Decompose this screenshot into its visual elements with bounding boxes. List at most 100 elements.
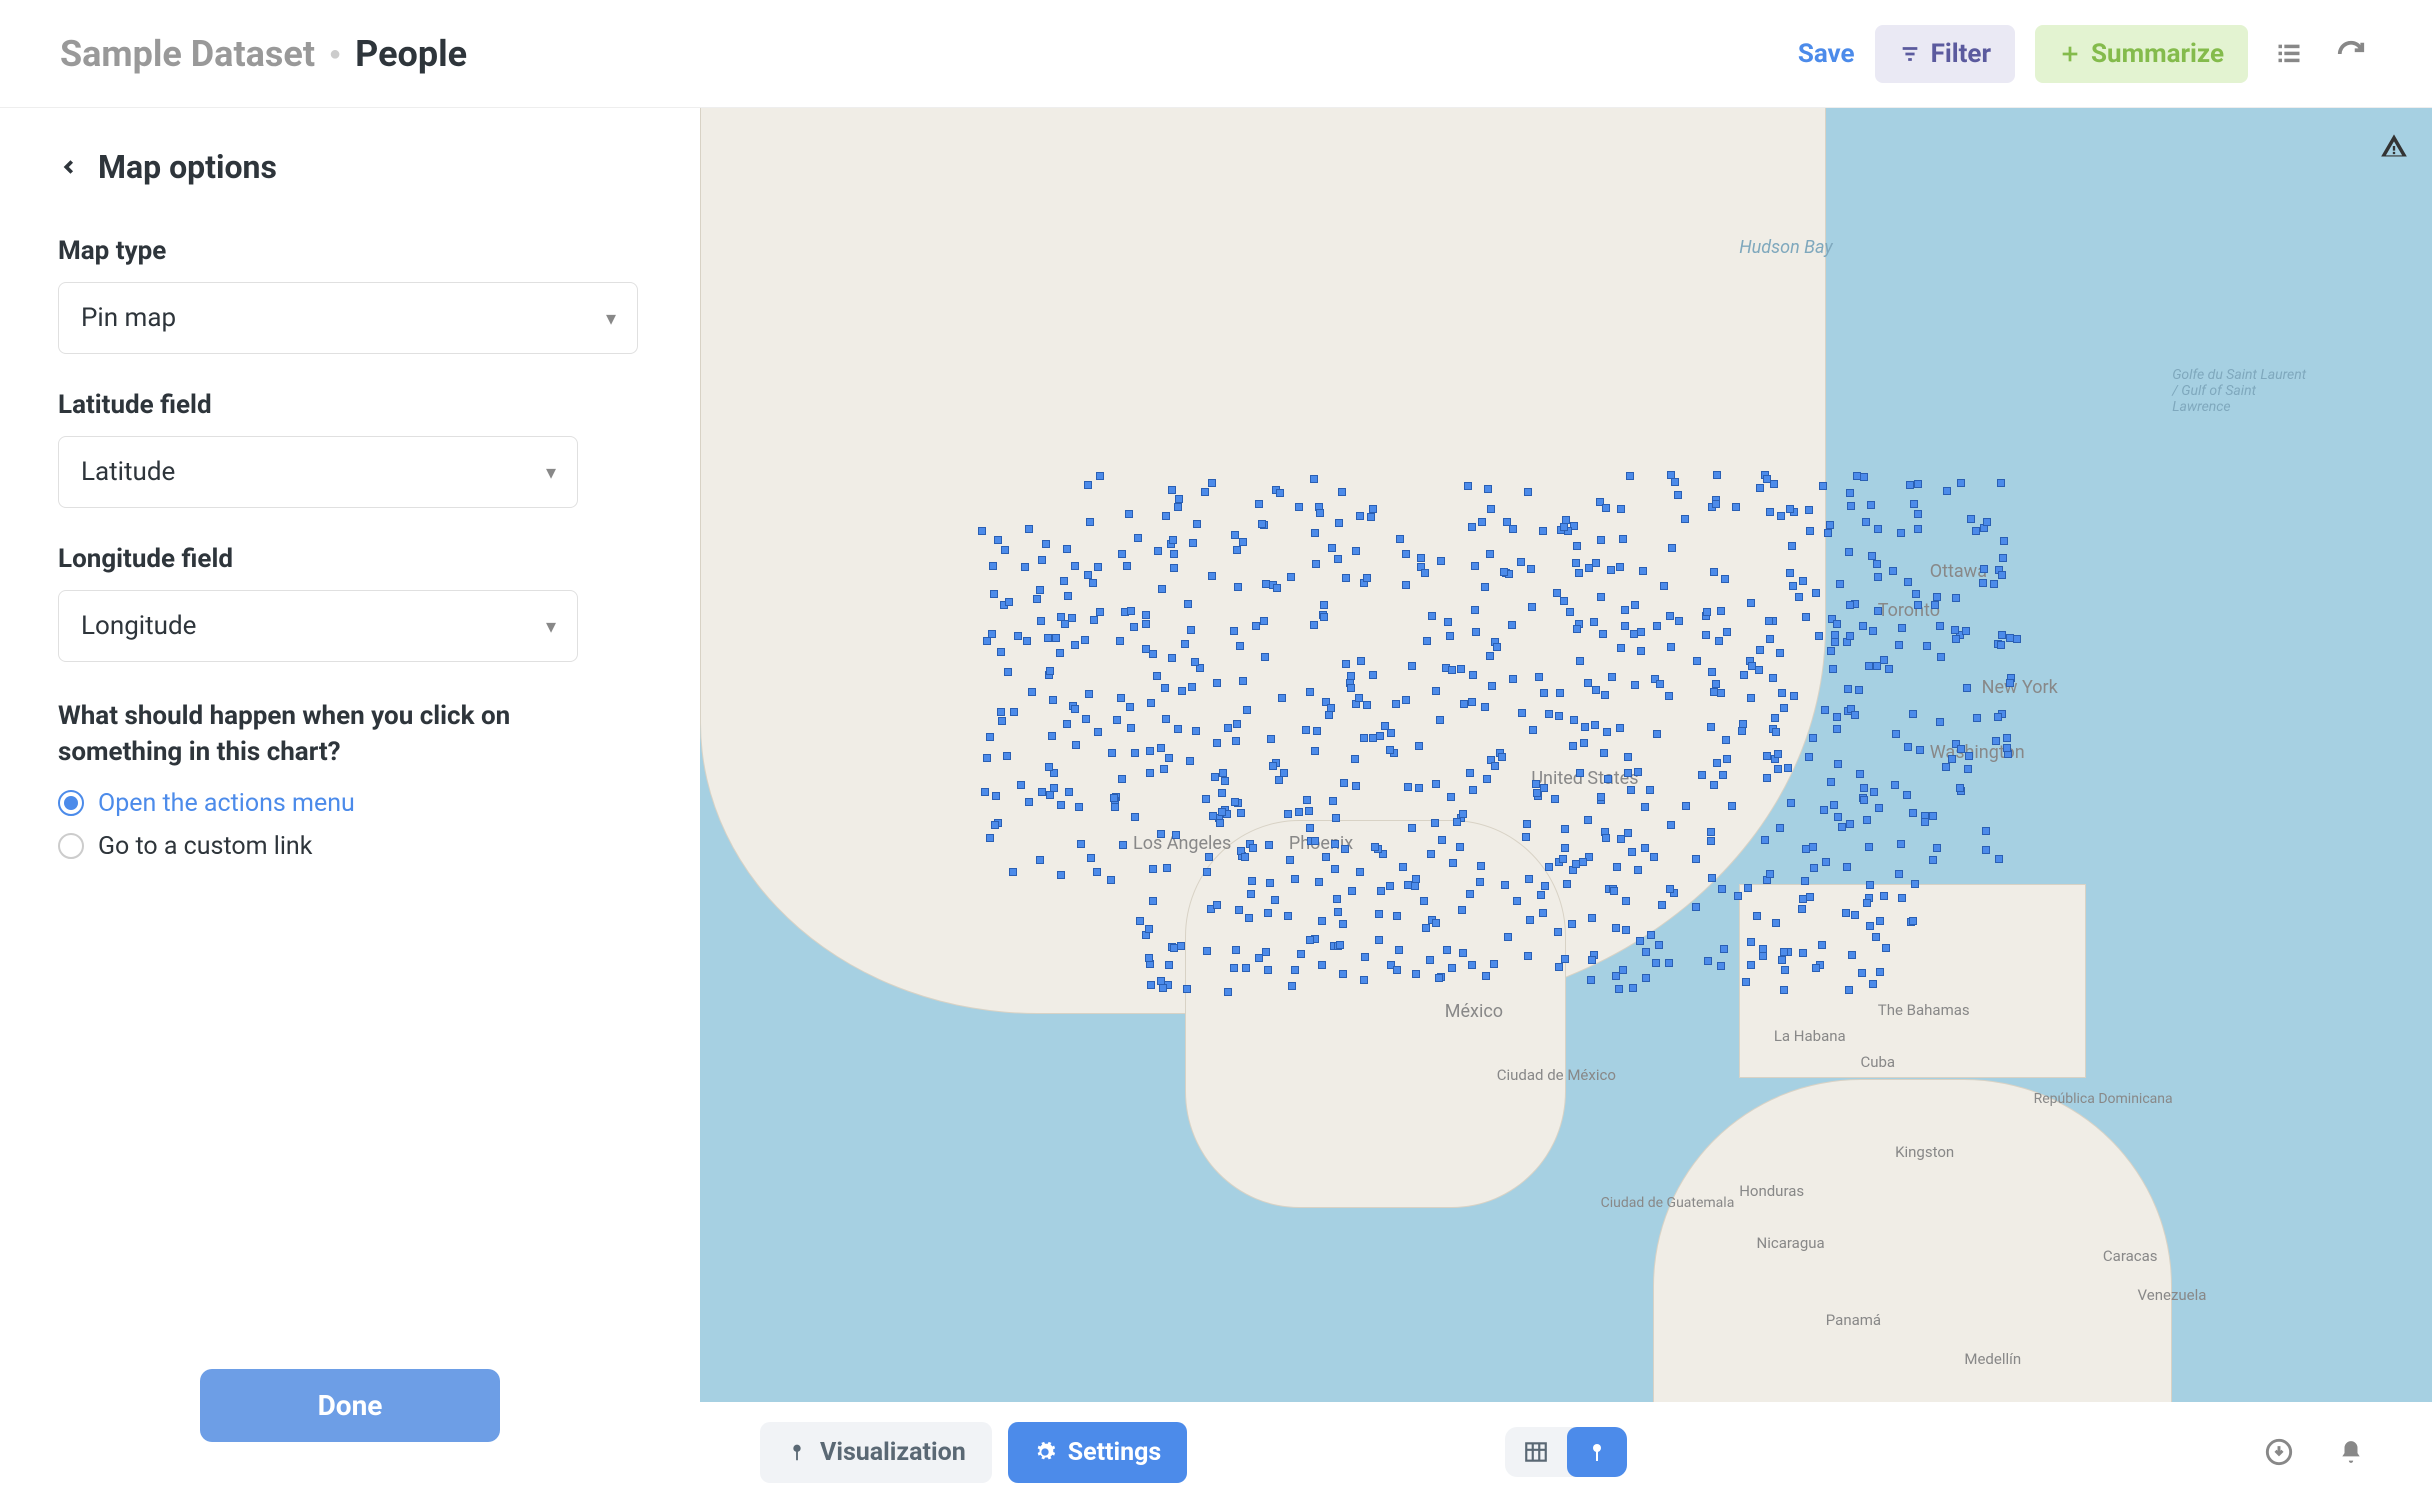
map-pin[interactable] [1708, 668, 1716, 676]
map-pin[interactable] [1269, 762, 1277, 770]
map-pin[interactable] [1845, 986, 1853, 994]
map-pin[interactable] [1962, 627, 1970, 635]
map-pin[interactable] [1602, 504, 1610, 512]
map-pin[interactable] [1165, 961, 1173, 969]
map-pin[interactable] [1566, 608, 1574, 616]
map-pin[interactable] [1046, 667, 1054, 675]
map-pin[interactable] [1698, 771, 1706, 779]
map-pin[interactable] [1355, 694, 1363, 702]
map-pin[interactable] [1371, 843, 1379, 851]
map-pin[interactable] [1443, 946, 1451, 954]
map-pin[interactable] [1523, 820, 1531, 828]
map-pin[interactable] [1333, 895, 1341, 903]
map-pin[interactable] [1165, 754, 1173, 762]
map-pin[interactable] [1866, 922, 1874, 930]
map-pin[interactable] [1914, 525, 1922, 533]
map-pin[interactable] [978, 527, 986, 535]
tab-settings[interactable]: Settings [1008, 1422, 1188, 1483]
map-pin[interactable] [1914, 601, 1922, 609]
map-pin[interactable] [1863, 816, 1871, 824]
map-pin[interactable] [1048, 732, 1056, 740]
map-pin[interactable] [1948, 755, 1956, 763]
map-pin[interactable] [1276, 489, 1284, 497]
map-pin[interactable] [1411, 882, 1419, 890]
map-pin[interactable] [1142, 611, 1150, 619]
map-pin[interactable] [1810, 864, 1818, 872]
map-pin[interactable] [1162, 715, 1170, 723]
map-pin[interactable] [1847, 502, 1855, 510]
map-pin[interactable] [1188, 683, 1196, 691]
map-pin[interactable] [1369, 671, 1377, 679]
map-pin[interactable] [1064, 592, 1072, 600]
map-pin[interactable] [1562, 516, 1570, 524]
map-pin[interactable] [1597, 536, 1605, 544]
map-pin[interactable] [1113, 716, 1121, 724]
map-pin[interactable] [1821, 706, 1829, 714]
map-pin[interactable] [1674, 491, 1682, 499]
map-pin[interactable] [1704, 957, 1712, 965]
map-pin[interactable] [1541, 882, 1549, 890]
map-pin[interactable] [1650, 853, 1658, 861]
map-pin[interactable] [1592, 686, 1600, 694]
download-button[interactable] [2258, 1431, 2300, 1473]
map-pin[interactable] [1481, 583, 1489, 591]
map-pin[interactable] [1629, 984, 1637, 992]
map-pin[interactable] [1778, 689, 1786, 697]
map-pin[interactable] [1581, 723, 1589, 731]
map-pin[interactable] [1211, 773, 1219, 781]
map-pin[interactable] [1487, 505, 1495, 513]
map-pin[interactable] [1068, 614, 1076, 622]
map-pin[interactable] [1713, 471, 1721, 479]
map-pin[interactable] [1761, 836, 1769, 844]
map-pin[interactable] [1778, 956, 1786, 964]
map-pin[interactable] [1423, 637, 1431, 645]
map-pin[interactable] [1860, 796, 1868, 804]
map-pin[interactable] [1090, 616, 1098, 624]
map-pin[interactable] [1874, 573, 1882, 581]
map-pin[interactable] [1965, 752, 1973, 760]
map-pin[interactable] [1524, 488, 1532, 496]
map-pin[interactable] [1342, 574, 1350, 582]
map-pin[interactable] [1734, 892, 1742, 900]
map-pin[interactable] [1997, 641, 2005, 649]
map-pin[interactable] [1936, 622, 1944, 630]
map-pin[interactable] [1868, 552, 1876, 560]
map-pin[interactable] [1859, 622, 1867, 630]
map-pin[interactable] [1255, 500, 1263, 508]
map-pin[interactable] [1404, 881, 1412, 889]
map-pin[interactable] [1588, 956, 1596, 964]
map-pin[interactable] [1224, 724, 1232, 732]
map-pin[interactable] [1880, 892, 1888, 900]
map-pin[interactable] [1556, 689, 1564, 697]
map-pin[interactable] [1525, 875, 1533, 883]
map-pin[interactable] [1897, 840, 1905, 848]
map-pin[interactable] [1693, 657, 1701, 665]
map-pin[interactable] [1363, 701, 1371, 709]
map-pin[interactable] [1063, 545, 1071, 553]
map-pin[interactable] [1471, 562, 1479, 570]
back-button[interactable] [58, 148, 80, 186]
map-pin[interactable] [1895, 641, 1903, 649]
map-pin[interactable] [1990, 580, 1998, 588]
map-pin[interactable] [1600, 749, 1608, 757]
map-pin[interactable] [1829, 665, 1837, 673]
map-pin[interactable] [1790, 692, 1798, 700]
map-pin[interactable] [1038, 788, 1046, 796]
map-pin[interactable] [1484, 485, 1492, 493]
map-pin[interactable] [1528, 603, 1536, 611]
map-pin[interactable] [1477, 862, 1485, 870]
map-pin[interactable] [1508, 621, 1516, 629]
map-pin[interactable] [1641, 844, 1649, 852]
map-pin[interactable] [1457, 665, 1465, 673]
map-pin[interactable] [1603, 728, 1611, 736]
map-pin[interactable] [1707, 723, 1715, 731]
map-pin[interactable] [1612, 924, 1620, 932]
map-pin[interactable] [1056, 649, 1064, 657]
map-pin[interactable] [1286, 856, 1294, 864]
map-pin[interactable] [1655, 941, 1663, 949]
map-pin[interactable] [1160, 765, 1168, 773]
map-pin[interactable] [1448, 666, 1456, 674]
map-pin[interactable] [1142, 620, 1150, 628]
map-pin[interactable] [1952, 635, 1960, 643]
map-pin[interactable] [1597, 593, 1605, 601]
